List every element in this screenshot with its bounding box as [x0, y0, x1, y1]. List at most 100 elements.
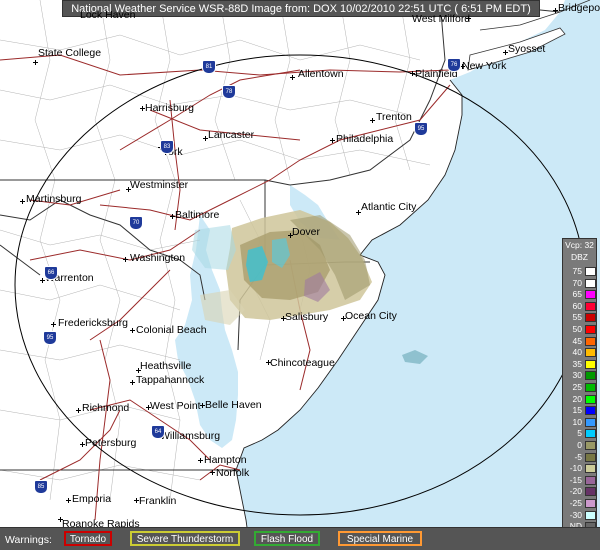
- warnings-bar: Warnings: Tornado Severe Thunderstorm Fl…: [0, 527, 600, 550]
- legend-level: 0: [564, 440, 597, 450]
- city-label: Hampton: [204, 454, 247, 466]
- legend-level-value: 15: [572, 405, 582, 416]
- legend-level-value: 40: [572, 347, 582, 358]
- legend-level-value: -10: [569, 463, 582, 474]
- legend-level: 35: [564, 359, 597, 369]
- city-label: State College: [38, 47, 102, 59]
- warning-flash-flood[interactable]: Flash Flood: [254, 531, 320, 546]
- legend-level-value: 30: [572, 370, 582, 381]
- legend-swatch: [585, 348, 596, 358]
- city-marker-icon: [200, 403, 205, 408]
- legend-level: 25: [564, 382, 597, 392]
- city-label: Belle Haven: [205, 399, 262, 411]
- legend-swatch: [585, 429, 596, 439]
- legend-unit-label: DBZ: [571, 252, 588, 262]
- legend-swatch: [585, 406, 596, 416]
- legend-level-value: 20: [572, 393, 582, 404]
- legend-level-value: 65: [572, 289, 582, 300]
- legend-swatch: [585, 325, 596, 334]
- city-marker-icon: [466, 16, 471, 21]
- city-label: West Milford: [412, 13, 471, 25]
- legend-level: 15: [564, 405, 597, 416]
- city-marker-icon: [288, 233, 293, 238]
- city-marker-icon: [503, 50, 508, 55]
- city-label: Emporia: [72, 493, 112, 505]
- legend-swatch: [585, 359, 596, 369]
- warning-tornado[interactable]: Tornado: [64, 531, 112, 546]
- legend-swatch: [585, 475, 596, 485]
- legend-level: -10: [564, 463, 597, 474]
- city-label: Martinsburg: [26, 193, 82, 205]
- warnings-label: Warnings:: [5, 534, 52, 546]
- legend-level: -25: [564, 498, 597, 508]
- interstate-shield-icon: 83: [160, 140, 174, 154]
- city-label: Petersburg: [85, 437, 137, 449]
- city-label: Washington: [130, 252, 186, 264]
- legend-level-value: 55: [572, 312, 582, 323]
- city-marker-icon: [134, 498, 139, 503]
- legend-level-value: -20: [569, 486, 582, 497]
- legend-level: 50: [564, 324, 597, 334]
- legend-level: -20: [564, 486, 597, 497]
- city-marker-icon: [76, 408, 81, 413]
- legend-swatch: [585, 278, 596, 288]
- city-marker-icon: [130, 328, 135, 333]
- interstate-shield-icon: 64: [151, 425, 165, 439]
- city-label: Allentown: [298, 68, 344, 80]
- legend-mode-label: Vcp: 32: [565, 240, 594, 250]
- interstate-shield-icon: 70: [129, 216, 143, 230]
- legend-level-value: 5: [577, 428, 582, 439]
- city-label: Williamsburg: [160, 430, 221, 442]
- city-marker-icon: [126, 187, 131, 192]
- city-label: Harrisburg: [145, 102, 195, 114]
- city-marker-icon: [281, 316, 286, 321]
- warning-special-marine[interactable]: Special Marine: [338, 531, 422, 546]
- city-marker-icon: [203, 136, 208, 141]
- city-label: Bridgeport: [558, 2, 600, 14]
- city-label: Trenton: [376, 111, 412, 123]
- city-label: Baltimore: [175, 209, 220, 221]
- legend-level-value: -25: [569, 498, 582, 508]
- warning-severe-thunderstorm[interactable]: Severe Thunderstorm: [130, 531, 240, 546]
- city-marker-icon: [33, 60, 38, 65]
- city-label: Ocean City: [345, 310, 397, 322]
- city-marker-icon: [210, 470, 215, 475]
- reflectivity-legend: Vcp: 32 DBZ 75 70 65 60 55 50 45 40 35 30 25 20 15 10…: [562, 238, 597, 543]
- city-label: Tappahannock: [136, 374, 205, 386]
- legend-level: 20: [564, 394, 597, 404]
- city-marker-icon: [356, 210, 361, 215]
- legend-level: 65: [564, 289, 597, 300]
- legend-level-value: 0: [577, 440, 582, 450]
- city-marker-icon: [198, 458, 203, 463]
- city-label: Lock Haven: [80, 9, 136, 21]
- legend-swatch: [585, 510, 596, 520]
- city-marker-icon: [66, 498, 71, 503]
- city-marker-icon: [80, 442, 85, 447]
- city-marker-icon: [58, 517, 63, 522]
- interstate-shield-icon: 95: [414, 122, 428, 136]
- city-marker-icon: [51, 322, 56, 327]
- city-label: Salisbury: [285, 311, 329, 323]
- legend-level: 60: [564, 301, 597, 311]
- legend-swatch: [585, 452, 596, 462]
- legend-level-value: 45: [572, 335, 582, 346]
- city-label: Fredericksburg: [58, 317, 129, 329]
- city-label: West Point: [150, 400, 201, 412]
- city-label: New York: [462, 60, 507, 72]
- legend-swatch: [585, 301, 596, 311]
- city-marker-icon: [553, 8, 558, 13]
- legend-swatch: [585, 290, 596, 300]
- city-label: Chincoteague: [270, 357, 335, 369]
- legend-level-value: 50: [572, 324, 582, 334]
- radar-map: National Weather Service WSR-88D Image f…: [0, 0, 600, 550]
- city-marker-icon: [136, 368, 141, 373]
- city-label: Richmond: [82, 402, 130, 414]
- city-marker-icon: [290, 75, 295, 80]
- legend-level-value: 70: [572, 277, 582, 288]
- city-marker-icon: [170, 214, 175, 219]
- legend-level-value: 10: [572, 416, 582, 427]
- legend-swatch: [585, 417, 596, 427]
- city-label: Syosset: [508, 43, 546, 55]
- interstate-shield-icon: 76: [447, 58, 461, 72]
- legend-swatch: [585, 487, 596, 497]
